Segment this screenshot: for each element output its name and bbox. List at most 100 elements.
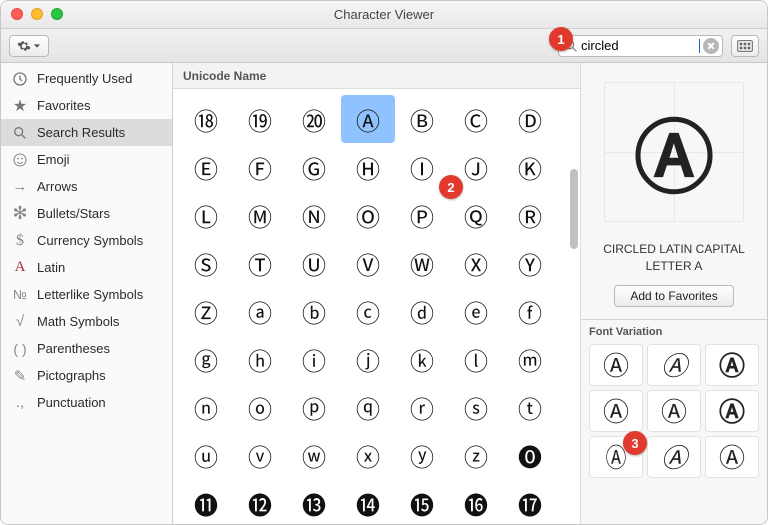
char-cell[interactable]: ⓘ [287,335,341,383]
char-cell[interactable]: ⓰ [449,479,503,524]
char-cell[interactable]: ⓱ [503,479,557,524]
char-cell[interactable]: ⓛ [449,335,503,383]
close-button[interactable] [11,8,23,20]
char-cell[interactable]: Ⓗ [341,143,395,191]
action-menu-button[interactable] [9,35,49,57]
font-variation-cell[interactable]: Ⓐ [705,344,759,386]
char-cell[interactable]: ⓢ [449,383,503,431]
font-variation-cell[interactable]: Ⓐ [647,390,701,432]
sidebar-item-currency-symbols[interactable]: $Currency Symbols [1,227,172,254]
char-cell[interactable]: ⓣ [503,383,557,431]
sidebar-item-punctuation[interactable]: .,Punctuation [1,389,172,416]
char-cell[interactable]: Ⓝ [287,191,341,239]
char-cell[interactable]: ⓦ [287,431,341,479]
char-cell[interactable]: Ⓟ [395,191,449,239]
bullet-icon: ✻ [11,205,29,223]
char-cell[interactable]: ⓥ [233,431,287,479]
char-cell[interactable]: ⓤ [179,431,233,479]
char-cell[interactable]: ⓡ [395,383,449,431]
star-icon: ★ [11,97,29,115]
char-cell[interactable]: Ⓦ [395,239,449,287]
char-cell[interactable]: ⓕ [503,287,557,335]
char-cell[interactable]: ⓯ [395,479,449,524]
char-cell[interactable]: ⓿ [503,431,557,479]
sidebar-item-parentheses[interactable]: ( )Parentheses [1,335,172,362]
sidebar-item-label: Pictographs [37,368,106,383]
sidebar-item-pictographs[interactable]: ✎Pictographs [1,362,172,389]
char-cell[interactable]: Ⓧ [449,239,503,287]
sidebar-item-frequently-used[interactable]: Frequently Used [1,65,172,92]
char-cell[interactable]: ⑱ [179,95,233,143]
clear-search-button[interactable] [703,38,719,54]
char-cell[interactable]: Ⓓ [503,95,557,143]
char-cell[interactable]: ⑲ [233,95,287,143]
char-cell[interactable]: ⓑ [287,287,341,335]
toggle-view-button[interactable] [731,35,759,57]
char-cell[interactable]: Ⓣ [233,239,287,287]
char-cell[interactable]: ⓭ [287,479,341,524]
search-input[interactable] [581,38,700,53]
char-cell[interactable]: ⓚ [395,335,449,383]
char-cell[interactable]: Ⓢ [179,239,233,287]
sidebar-item-favorites[interactable]: ★Favorites [1,92,172,119]
letter-icon: № [11,286,29,304]
char-cell[interactable]: ⓨ [395,431,449,479]
scrollbar-thumb[interactable] [570,169,578,249]
sidebar-item-latin[interactable]: ALatin [1,254,172,281]
font-variation-title: Font Variation [589,326,759,338]
char-cell[interactable]: ⓠ [341,383,395,431]
char-cell[interactable]: ⓓ [395,287,449,335]
char-cell[interactable]: Ⓒ [449,95,503,143]
char-cell[interactable]: ⓞ [233,383,287,431]
sidebar-item-emoji[interactable]: Emoji [1,146,172,173]
char-cell[interactable]: ⓬ [233,479,287,524]
char-cell[interactable]: ⓔ [449,287,503,335]
char-cell[interactable]: ⓧ [341,431,395,479]
char-cell[interactable]: ⓜ [503,335,557,383]
char-cell[interactable]: Ⓚ [503,143,557,191]
char-cell[interactable]: Ⓐ [341,95,395,143]
char-cell[interactable]: Ⓔ [179,143,233,191]
char-cell[interactable]: Ⓛ [179,191,233,239]
sidebar-item-bullets-stars[interactable]: ✻Bullets/Stars [1,200,172,227]
char-cell[interactable]: ⓩ [449,431,503,479]
char-cell[interactable]: ⓖ [179,335,233,383]
char-cell[interactable]: ⓫ [179,479,233,524]
char-cell[interactable]: Ⓩ [179,287,233,335]
font-variation-cell[interactable]: Ⓐ [705,436,759,478]
sidebar-item-math-symbols[interactable]: √Math Symbols [1,308,172,335]
char-cell[interactable]: Ⓕ [233,143,287,191]
font-variation-cell[interactable]: Ⓐ [589,390,643,432]
char-cell[interactable]: ⓝ [179,383,233,431]
sidebar-item-label: Search Results [37,125,125,140]
char-cell[interactable]: Ⓥ [341,239,395,287]
minimize-button[interactable] [31,8,43,20]
sidebar-item-letterlike-symbols[interactable]: №Letterlike Symbols [1,281,172,308]
char-cell[interactable]: ⓗ [233,335,287,383]
char-cell[interactable]: Ⓡ [503,191,557,239]
char-cell[interactable]: ⓐ [233,287,287,335]
char-cell[interactable]: Ⓞ [341,191,395,239]
char-cell[interactable]: Ⓠ [449,191,503,239]
grid-scroll[interactable]: ⑱⑲⑳ⒶⒷⒸⒹⒺⒻⒼⒽⒾⒿⓀⓁⓂⓃⓄⓅⓆⓇⓈⓉⓊⓋⓌⓍⓎⓏⓐⓑⓒⓓⓔⓕⓖⓗⓘⓙⓚ… [173,89,580,524]
char-cell[interactable]: ⓮ [341,479,395,524]
font-variation-cell[interactable]: Ⓐ [647,344,701,386]
add-to-favorites-button[interactable]: Add to Favorites [614,285,734,307]
font-variation-cell[interactable]: Ⓐ [589,344,643,386]
font-variation-cell[interactable]: Ⓐ [705,390,759,432]
char-cell[interactable]: Ⓑ [395,95,449,143]
gear-icon [17,39,31,53]
zoom-button[interactable] [51,8,63,20]
sidebar-item-arrows[interactable]: →Arrows [1,173,172,200]
font-variation-cell[interactable]: Ⓐ [647,436,701,478]
search-field[interactable] [558,35,723,57]
sidebar-item-search-results[interactable]: Search Results [1,119,172,146]
char-cell[interactable]: Ⓨ [503,239,557,287]
char-cell[interactable]: ⓒ [341,287,395,335]
char-cell[interactable]: ⓙ [341,335,395,383]
char-cell[interactable]: Ⓤ [287,239,341,287]
char-cell[interactable]: Ⓜ [233,191,287,239]
char-cell[interactable]: Ⓖ [287,143,341,191]
char-cell[interactable]: ⑳ [287,95,341,143]
char-cell[interactable]: ⓟ [287,383,341,431]
